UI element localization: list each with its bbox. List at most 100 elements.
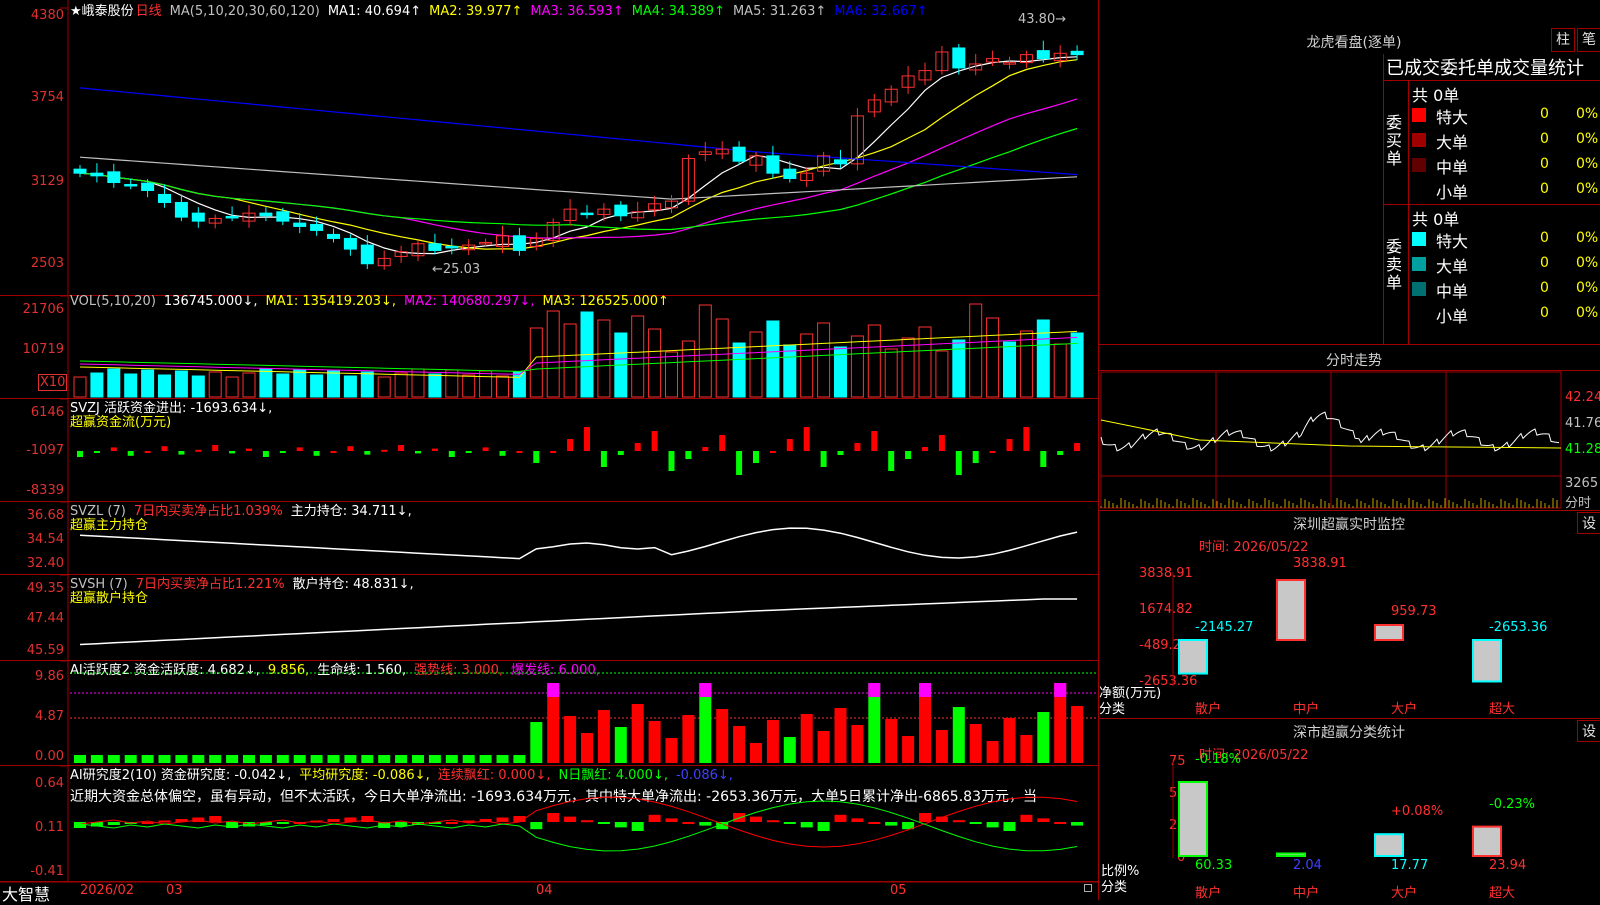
- vol-ma-1: [79, 330, 1078, 378]
- svzj-bar-30: [584, 427, 590, 451]
- candle-body-26: [512, 235, 526, 251]
- ai-bar-53: [969, 724, 982, 763]
- candle-body-14: [310, 223, 324, 231]
- ai-bar-32: [614, 727, 627, 763]
- svzj-bar-29: [567, 439, 574, 451]
- vol-bar-23: [462, 374, 476, 398]
- air-bar-34: [648, 814, 661, 822]
- ai-bar-14: [310, 755, 323, 763]
- ai-bar-21: [428, 755, 441, 763]
- vol-bar-10: [242, 372, 256, 398]
- candle-body-11: [259, 212, 273, 217]
- vol-bar-49: [901, 337, 915, 398]
- svzj-bar-55: [1006, 439, 1013, 451]
- ai-bar-2: [107, 755, 120, 763]
- ai-bar-39: [733, 726, 746, 763]
- ai-bar-6: [175, 755, 188, 763]
- ai-bar-22: [445, 755, 458, 763]
- air-bar-5: [158, 820, 171, 823]
- vol-bar-6: [174, 370, 188, 398]
- ai-bar-57: [1037, 712, 1050, 763]
- vol-bar-31: [597, 319, 611, 398]
- vol-bar-46: [850, 335, 864, 398]
- air-bar-37: [699, 822, 712, 826]
- main-chart-area[interactable]: ★峨泰股份 日线 MA(5,10,20,30,60,120) MA1: 40.694↑…: [0, 0, 1098, 904]
- air-bar-43: [800, 822, 813, 828]
- candle-body-16: [343, 237, 357, 250]
- air-bar-35: [665, 818, 678, 822]
- svzj-bar-16: [347, 446, 354, 451]
- svzj-bar-47: [871, 431, 878, 451]
- air-bar-56: [1020, 814, 1033, 822]
- ai-bar-51: [935, 730, 948, 763]
- air-bar-45: [834, 814, 847, 822]
- candle-body-9: [225, 215, 239, 219]
- svzj-bar-14: [313, 451, 320, 456]
- ai-bar-35: [665, 738, 678, 763]
- candle-body-42: [783, 168, 797, 179]
- air-bar-40: [750, 816, 762, 822]
- vol-bar-53: [969, 303, 983, 398]
- svzj-bar-35: [668, 451, 675, 471]
- svzj-bar-42: [786, 439, 793, 451]
- svzj-bar-37: [702, 447, 709, 451]
- svzj-bar-9: [229, 451, 236, 454]
- candle-body-52: [952, 47, 966, 69]
- svzj-bar-10: [246, 448, 252, 451]
- vol-bar-28: [546, 310, 560, 398]
- svzj-bar-12: [279, 451, 286, 453]
- ai-bar-49: [902, 736, 915, 763]
- svzj-bar-51: [938, 435, 945, 451]
- candle-body-41: [766, 155, 780, 174]
- air-bar-25: [496, 817, 509, 822]
- ai-bar-44: [817, 731, 830, 763]
- air-bar-46: [851, 818, 864, 822]
- air-bar-41: [766, 820, 779, 823]
- svzj-bar-27: [533, 451, 540, 463]
- svzj-bar-1: [93, 451, 100, 453]
- ai-bar-46: [851, 725, 864, 763]
- svzj-bar-44: [820, 451, 827, 467]
- svzj-bar-6: [178, 451, 185, 455]
- svzj-bar-2: [110, 447, 117, 451]
- ai-bar-25: [496, 755, 509, 763]
- side-panel: 龙虎看盘(逐单) 柱 笔 已成交委托单成交量统计 委买单 共 0单 特大 0 0% 大…: [1098, 0, 1600, 901]
- ai-bar-30: [581, 733, 593, 763]
- ai-bar-48: [885, 719, 898, 763]
- air-bar-57: [1037, 818, 1050, 822]
- candle-body-17: [360, 244, 374, 265]
- air-bar-48: [885, 822, 898, 826]
- vol-bar-18: [377, 376, 391, 398]
- vol-bar-44: [817, 322, 831, 398]
- vol-bar-38: [715, 318, 729, 398]
- svzj-bar-13: [296, 447, 303, 451]
- svzj-bar-31: [600, 451, 607, 467]
- svzj-bar-15: [330, 451, 337, 453]
- ai-bar-54: [986, 741, 999, 763]
- vol-bar-50: [918, 326, 932, 398]
- vol-bar-56: [1019, 330, 1033, 398]
- air-bar-53: [969, 822, 982, 824]
- air-bar-27: [530, 822, 543, 830]
- monitor-bar-1: [1276, 579, 1306, 641]
- vol-bar-0: [73, 376, 87, 398]
- ai-bar-13: [293, 755, 306, 763]
- vol-bar-17: [360, 371, 374, 398]
- vol-bar-12: [276, 373, 290, 398]
- candle-body-15: [327, 233, 340, 239]
- svzj-bar-20: [415, 451, 421, 454]
- svzj-bar-11: [262, 451, 269, 457]
- side-chart-svg: [1100, 371, 1562, 858]
- candle-body-4: [141, 182, 155, 191]
- candle-body-32: [614, 204, 628, 217]
- vol-bar-29: [563, 323, 577, 398]
- svzj-bar-39: [736, 451, 743, 475]
- svzj-bar-59: [1074, 443, 1081, 451]
- ma-line-1: [79, 56, 1078, 255]
- ai-bar-40: [750, 743, 762, 763]
- vol-bar-2: [107, 368, 121, 398]
- svsh-line: [79, 598, 1078, 646]
- monitor-bar-2: [1374, 623, 1404, 641]
- vol-bar-11: [259, 368, 273, 398]
- svzj-bar-57: [1040, 451, 1047, 467]
